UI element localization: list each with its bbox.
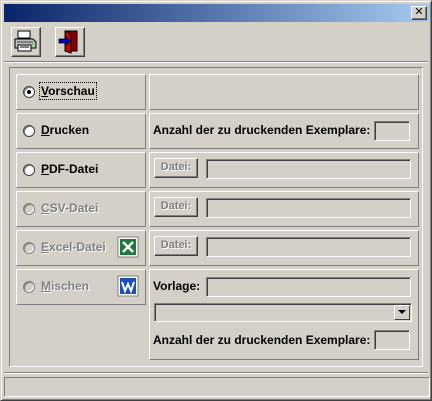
- drucken-copies-label: Anzahl der zu druckenden Exemplare:: [153, 123, 371, 137]
- radio-button[interactable]: [23, 203, 35, 215]
- title-bar[interactable]: ✕: [4, 4, 430, 22]
- mischen-copies-label: Anzahl der zu druckenden Exemplare:: [153, 333, 371, 347]
- pdf-file-input[interactable]: [206, 159, 411, 179]
- radio-selected-dot: [27, 90, 31, 94]
- mischen-template-label: Vorlage:: [153, 279, 201, 293]
- radio-button[interactable]: [23, 242, 35, 254]
- csv-file-input[interactable]: [206, 198, 411, 218]
- mischen-copies-input[interactable]: [374, 330, 410, 350]
- chevron-down-icon: [398, 310, 406, 314]
- print-button[interactable]: [11, 27, 41, 57]
- pdf-file-button[interactable]: Datei:: [154, 158, 198, 178]
- vorschau-settings-panel: [149, 74, 419, 110]
- mischen-template-input[interactable]: [206, 277, 411, 297]
- close-button[interactable]: ✕: [411, 5, 427, 20]
- excel-file-button[interactable]: Datei:: [154, 236, 198, 256]
- excel-icon: [117, 236, 139, 258]
- radio-mischen[interactable]: Mischen: [21, 269, 145, 305]
- exit-button[interactable]: [55, 27, 85, 57]
- radio-excel[interactable]: Excel-Datei: [21, 230, 145, 266]
- toolbar-separator: [4, 61, 428, 63]
- dropdown-button[interactable]: [394, 305, 410, 320]
- radio-button[interactable]: [23, 164, 35, 176]
- radio-label: CSV-Datei: [41, 201, 99, 215]
- csv-file-button[interactable]: Datei:: [154, 197, 198, 217]
- radio-button[interactable]: [23, 281, 35, 293]
- print-dialog-window: ✕ Vorschau Drucken PDF-Datei CSV-Datei E…: [0, 0, 432, 401]
- radio-label: Excel-Datei: [41, 240, 106, 254]
- close-icon: ✕: [414, 5, 424, 18]
- radio-label: Drucken: [41, 123, 90, 137]
- excel-file-input[interactable]: [206, 237, 411, 257]
- radio-label: Vorschau: [39, 82, 97, 100]
- exit-door-icon: [58, 30, 78, 54]
- status-bar: [4, 377, 430, 397]
- radio-button[interactable]: [23, 86, 35, 98]
- word-icon: [117, 275, 139, 297]
- radio-label: Mischen: [41, 279, 90, 293]
- radio-drucken[interactable]: Drucken: [21, 113, 145, 149]
- radio-vorschau[interactable]: Vorschau: [21, 74, 145, 110]
- drucken-copies-input[interactable]: [374, 121, 410, 141]
- radio-csv[interactable]: CSV-Datei: [21, 191, 145, 227]
- radio-pdf[interactable]: PDF-Datei: [21, 152, 145, 188]
- radio-button[interactable]: [23, 125, 35, 137]
- mischen-template-select[interactable]: [154, 303, 412, 322]
- status-separator: [4, 372, 428, 374]
- radio-label: PDF-Datei: [41, 162, 99, 176]
- printer-icon: [14, 30, 37, 52]
